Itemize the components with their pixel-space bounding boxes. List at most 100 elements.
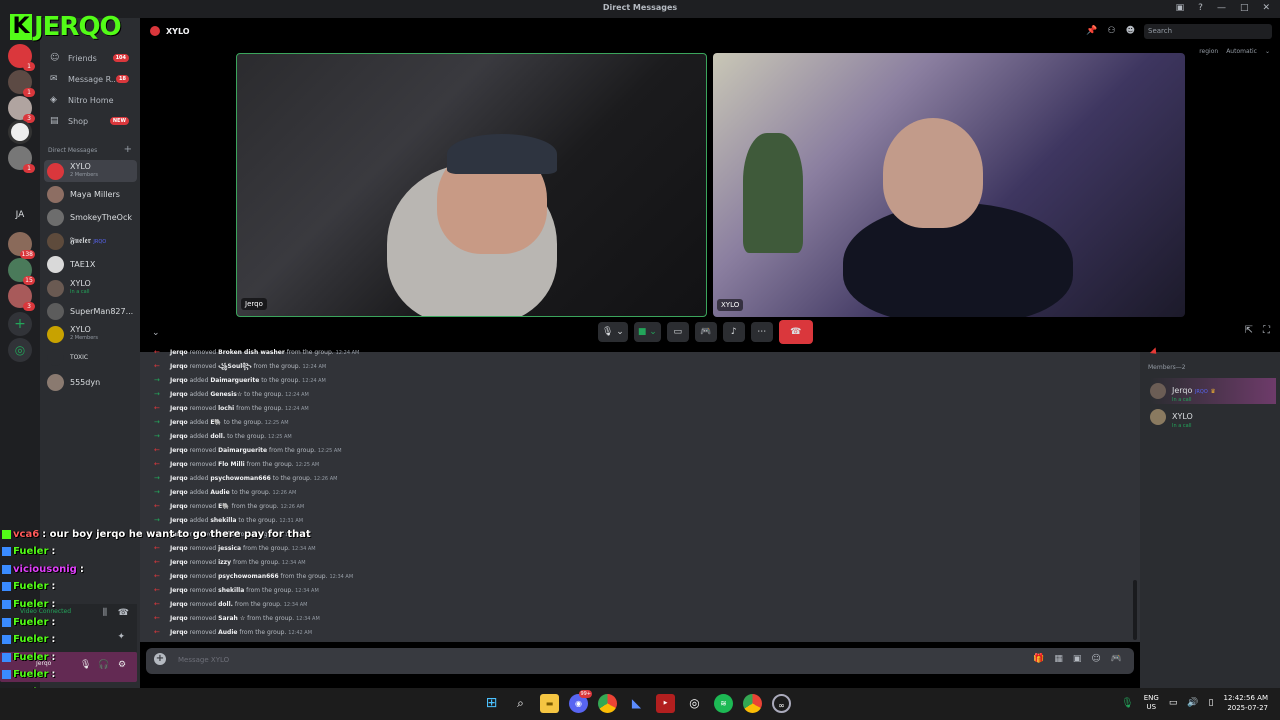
- nav-label: Message R...: [68, 74, 119, 84]
- add-member-icon[interactable]: ⚇: [1108, 26, 1116, 36]
- sticker-icon[interactable]: ▣: [1073, 654, 1082, 664]
- video-tile[interactable]: Jerqo: [236, 53, 707, 317]
- nav-friends[interactable]: ☺ Friends 104: [44, 48, 137, 68]
- server-icon[interactable]: 3: [8, 96, 35, 123]
- clan-tag: JRQO: [1194, 389, 1208, 395]
- help-icon[interactable]: ?: [1198, 3, 1203, 13]
- chrome-icon[interactable]: [598, 694, 617, 713]
- arrow-left-icon: ←: [154, 502, 160, 510]
- camera-button[interactable]: ■ ⌄: [633, 322, 661, 342]
- maximize-icon[interactable]: □: [1240, 3, 1249, 13]
- members-icon[interactable]: ☻: [1126, 26, 1135, 36]
- region-code: US: [1146, 703, 1157, 711]
- gif-icon[interactable]: ▦: [1054, 654, 1063, 664]
- gift-icon[interactable]: 🎁: [1033, 654, 1044, 664]
- close-icon[interactable]: ✕: [1262, 3, 1270, 13]
- dm-subtitle: 2 Members: [70, 172, 98, 178]
- video-tile[interactable]: XYLO: [713, 53, 1185, 317]
- dm-item[interactable]: SmokeyTheOck: [44, 206, 137, 228]
- search-input[interactable]: Search: [1144, 24, 1272, 39]
- volume-icon[interactable]: 🔊: [1187, 698, 1198, 708]
- nav-message-requests[interactable]: ✉ Message R... 18: [44, 69, 137, 89]
- app-icon[interactable]: ◣: [627, 694, 646, 713]
- server-icon[interactable]: 1: [8, 70, 35, 97]
- file-explorer-icon[interactable]: ▬: [540, 694, 559, 713]
- chrome-icon[interactable]: [743, 694, 762, 713]
- language-indicator[interactable]: ENG US: [1144, 694, 1159, 712]
- screen-share-button[interactable]: ▭: [666, 322, 689, 342]
- badge-count: 99+: [579, 690, 592, 698]
- avatar: [1150, 383, 1166, 399]
- server-icon[interactable]: [8, 120, 32, 144]
- clock[interactable]: 12:42:56 AM 2025-07-27: [1224, 693, 1269, 713]
- inbox-icon[interactable]: ▣: [1176, 3, 1185, 13]
- chat-username: vca6: [13, 528, 40, 540]
- message-actor: Jerqo: [170, 517, 188, 524]
- network-icon[interactable]: ▭: [1169, 698, 1178, 708]
- spotify-icon[interactable]: ≋: [714, 694, 733, 713]
- dm-item[interactable]: XYLO 2 Members: [44, 160, 137, 182]
- server-icon[interactable]: 1: [8, 146, 35, 173]
- github-icon[interactable]: ◎: [685, 694, 704, 713]
- server-icon[interactable]: 15: [8, 258, 35, 285]
- member-item[interactable]: Jerqo JRQO ♛ In a call: [1150, 378, 1276, 404]
- member-list-header: Members—2: [1148, 364, 1186, 371]
- nav-label: Nitro Home: [68, 95, 114, 105]
- home-dm-icon[interactable]: 1: [8, 44, 35, 71]
- app-icon[interactable]: ∞: [772, 694, 791, 713]
- dm-item[interactable]: XYLO 2 Members: [44, 323, 137, 345]
- dm-subtitle: In a call: [70, 289, 90, 295]
- nav-nitro-home[interactable]: ◈ Nitro Home: [44, 90, 137, 110]
- emoji-icon[interactable]: ☺: [1091, 654, 1100, 664]
- windows-start-icon[interactable]: ⊞: [482, 694, 501, 713]
- scrollbar[interactable]: [1133, 580, 1137, 640]
- dm-item[interactable]: 555dyn: [44, 371, 137, 393]
- battery-icon[interactable]: ▯: [1209, 698, 1214, 708]
- dm-name: SmokeyTheOck: [70, 212, 132, 222]
- nav-shop[interactable]: ▤ Shop NEW: [44, 111, 137, 131]
- dm-item[interactable]: SuperMan827...: [44, 300, 137, 322]
- server-initials[interactable]: JA: [0, 210, 40, 220]
- message-time: 12:25 AM: [295, 462, 320, 468]
- popout-icon[interactable]: ⇱: [1245, 325, 1253, 336]
- soundboard-button[interactable]: ♪: [722, 322, 745, 342]
- message-target: lochi: [218, 405, 235, 412]
- message-verb: removed: [189, 349, 217, 356]
- message-target: Broken dish washer: [218, 349, 285, 356]
- activity-button[interactable]: 🎮: [694, 322, 717, 342]
- dm-item[interactable]: TOXIC: [44, 346, 137, 368]
- message-verb: added: [189, 433, 209, 440]
- search-icon[interactable]: ⌕: [511, 694, 530, 713]
- server-icon[interactable]: 138: [8, 232, 35, 259]
- video-app-icon[interactable]: ▶: [656, 694, 675, 713]
- more-button[interactable]: ⋯: [750, 322, 773, 342]
- message-time: 12:34 AM: [329, 574, 354, 580]
- new-dm-icon[interactable]: +: [124, 144, 132, 155]
- mute-button[interactable]: 🎙 ⌄: [598, 322, 628, 342]
- region-selector[interactable]: region Automatic ⌄: [1199, 48, 1270, 55]
- discord-icon[interactable]: ◉ 99+: [569, 690, 592, 713]
- dm-item[interactable]: XYLO In a call: [44, 277, 137, 299]
- message-time: 12:24 AM: [285, 406, 309, 412]
- composer-tools: 🎁 ▦ ▣ ☺ 🎮: [1033, 654, 1122, 664]
- dm-name: XYLO: [70, 279, 91, 288]
- disconnect-button[interactable]: ☎: [778, 320, 813, 344]
- message-time: 12:24 AM: [302, 378, 326, 384]
- message-target: Daimarguerite: [210, 377, 260, 384]
- pin-icon[interactable]: 📌: [1086, 26, 1097, 36]
- minimize-icon[interactable]: —: [1217, 3, 1226, 13]
- dm-item[interactable]: Maya Millers: [44, 183, 137, 205]
- apps-icon[interactable]: 🎮: [1111, 654, 1122, 664]
- message-time: 12:26 AM: [272, 490, 297, 496]
- dm-item[interactable]: TAE1X: [44, 253, 137, 275]
- member-item[interactable]: XYLO In a call: [1150, 404, 1193, 430]
- explore-icon[interactable]: ◎: [8, 338, 32, 362]
- microphone-icon[interactable]: 🎙: [1121, 698, 1134, 709]
- chat-username: Fueler: [13, 581, 49, 593]
- chat-username: Fueler: [13, 546, 49, 558]
- add-server-icon[interactable]: +: [8, 312, 32, 336]
- server-icon[interactable]: 3: [8, 284, 35, 311]
- dm-item[interactable]: 𝕱𝖚𝖊𝖑𝖊𝖗 JRQO: [44, 230, 137, 252]
- fullscreen-icon[interactable]: ⛶: [1263, 325, 1270, 336]
- chevron-down-icon[interactable]: ⌄: [152, 328, 160, 338]
